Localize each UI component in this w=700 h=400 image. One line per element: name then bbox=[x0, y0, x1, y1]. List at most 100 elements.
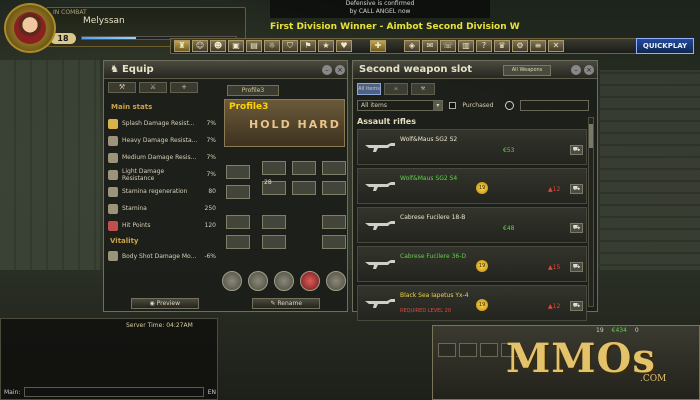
buy-cart-icon[interactable]: ⛟ bbox=[570, 145, 583, 155]
close-icon[interactable]: × bbox=[335, 65, 345, 75]
eye-icon: ◉ bbox=[149, 300, 157, 307]
tab-all-items[interactable]: All items bbox=[357, 83, 381, 95]
grenade-slot-3[interactable] bbox=[274, 271, 294, 291]
heart-icon bbox=[108, 220, 118, 231]
nav-shop-icon[interactable]: ▣ bbox=[228, 40, 244, 52]
preview-button[interactable]: ◉ Preview bbox=[130, 298, 199, 309]
equip-panel-header: ♞ Equip bbox=[104, 61, 347, 79]
hotbar-slot[interactable] bbox=[459, 343, 477, 357]
minimize-icon[interactable]: – bbox=[322, 65, 332, 75]
gear-slot-primary[interactable] bbox=[262, 161, 286, 175]
minimize-icon[interactable]: – bbox=[571, 65, 581, 75]
gear-slot-extra[interactable] bbox=[322, 235, 346, 249]
buy-cart-icon[interactable]: ⛟ bbox=[570, 223, 583, 233]
body-icon bbox=[108, 251, 118, 261]
nav-map-icon[interactable]: ◈ bbox=[404, 40, 420, 52]
nav-menu-icon[interactable]: ≡ bbox=[530, 40, 546, 52]
weapon-row[interactable]: Cabrese Fucilere 36-D 19 ▲15 ⛟ bbox=[357, 246, 587, 282]
nav-stats-icon[interactable]: ▥ bbox=[458, 40, 474, 52]
top-nav-bar: ♜ ☺ ☻ ▣ ▤ ☼ ⛉ ⚑ ★ ♥ ✚ ◈ ✉ ☏ ▥ ? ♛ ⚙ ≡ ✕ bbox=[170, 38, 640, 54]
nav-crosshair-icon[interactable]: ✚ bbox=[370, 40, 386, 52]
credits-amount: €434 bbox=[611, 327, 627, 334]
rename-button[interactable]: ✎ Rename bbox=[252, 298, 321, 309]
nav-clan-icon[interactable]: ⚑ bbox=[300, 40, 316, 52]
gear-slot-attachment[interactable] bbox=[262, 215, 286, 229]
weapon-list-scrollbar[interactable] bbox=[588, 117, 594, 307]
gear-slot-accessory[interactable] bbox=[262, 235, 286, 249]
rifle-icon bbox=[365, 143, 395, 152]
nav-group-icon[interactable]: ☼ bbox=[264, 40, 280, 52]
buy-cart-icon[interactable]: ⛟ bbox=[570, 301, 583, 311]
gear-slot-sidearm[interactable] bbox=[322, 161, 346, 175]
nav-squad-icon[interactable]: ☻ bbox=[210, 40, 226, 52]
tab-primary-rifle-icon[interactable]: ⚒ bbox=[108, 82, 136, 93]
grenade-slot-2[interactable] bbox=[248, 271, 268, 291]
announcement-line-1: Defensive is confirmed bbox=[345, 0, 415, 7]
gear-slot-boots[interactable] bbox=[226, 235, 250, 249]
gear-slot-pants[interactable] bbox=[322, 215, 346, 229]
gear-slot-gloves[interactable] bbox=[226, 215, 250, 229]
weapon-row[interactable]: Wolf&Maus SG2 S4 19 ▲12 ⛟ bbox=[357, 168, 587, 204]
nav-bank-icon[interactable]: ▤ bbox=[246, 40, 262, 52]
weapon-row[interactable]: Wolf&Maus SG2 S2 €53 ⛟ bbox=[357, 129, 587, 165]
banner-text: HOLD HARD bbox=[249, 118, 341, 131]
top-hud: IN COMBAT Melyssan 18 Defensive is confi… bbox=[0, 0, 700, 56]
gear-slot-helmet[interactable] bbox=[226, 165, 250, 179]
buy-cart-icon[interactable]: ⛟ bbox=[570, 262, 583, 272]
nav-soldier-icon[interactable]: ♜ bbox=[174, 40, 190, 52]
avatar bbox=[14, 12, 46, 44]
tab-secondary-rifle-icon[interactable]: ⚔ bbox=[139, 82, 167, 93]
profile-tab[interactable]: Profile3 bbox=[227, 85, 279, 96]
tab-rifle-icon[interactable]: ⚔ bbox=[384, 83, 408, 95]
quickplay-button[interactable]: QUICKPLAY bbox=[636, 38, 694, 54]
equip-title: Equip bbox=[121, 64, 154, 75]
gear-slot-ammo[interactable] bbox=[292, 181, 316, 195]
rank-badge: 19 bbox=[476, 182, 488, 194]
nav-rank-icon[interactable]: ★ bbox=[318, 40, 334, 52]
warning-count: ▲12 bbox=[548, 303, 561, 310]
nav-help-icon[interactable]: ? bbox=[476, 40, 492, 52]
nav-friends-icon[interactable]: ♥ bbox=[336, 40, 352, 52]
tab-more-icon[interactable]: + bbox=[170, 82, 198, 93]
item-filter-select[interactable]: All items ▾ bbox=[357, 99, 444, 111]
grenade-slot-5[interactable] bbox=[326, 271, 346, 291]
vitality-title: Vitality bbox=[110, 237, 139, 245]
slot-count: 28 bbox=[264, 179, 272, 186]
chat-language[interactable]: EN bbox=[208, 389, 216, 396]
purchased-checkbox[interactable] bbox=[449, 101, 457, 109]
main-stats-title: Main stats bbox=[111, 103, 153, 111]
player-name: Melyssan bbox=[83, 16, 125, 26]
announcement-box: Defensive is confirmed by CALL ANGEL now bbox=[270, 0, 490, 18]
weapon-row[interactable]: Cabrese Fucilere 18-B €48 ⛟ bbox=[357, 207, 587, 243]
nav-mail-icon[interactable]: ✉ bbox=[422, 40, 438, 52]
weapon-row[interactable]: Black Sea Iapetus Yx-4 REQUIRED LEVEL 20… bbox=[357, 285, 587, 321]
hotbar-slot[interactable] bbox=[438, 343, 456, 357]
all-weapons-button[interactable]: All Weapons bbox=[503, 65, 551, 76]
close-icon[interactable]: × bbox=[584, 65, 594, 75]
grenade-slot-1[interactable] bbox=[222, 271, 242, 291]
nav-trophy-icon[interactable]: ♛ bbox=[494, 40, 510, 52]
search-input[interactable] bbox=[520, 99, 589, 111]
nav-profile-icon[interactable]: ☺ bbox=[192, 40, 208, 52]
tab-sniper-icon[interactable]: ⚒ bbox=[411, 83, 435, 95]
weapon-slot-panel: Second weapon slot All Weapons – × All i… bbox=[352, 60, 598, 321]
nav-chat-icon[interactable]: ☏ bbox=[440, 40, 456, 52]
nav-shield-icon[interactable]: ⛉ bbox=[282, 40, 298, 52]
medkit-slot[interactable] bbox=[300, 271, 320, 291]
chat-channel-label: Main: bbox=[4, 388, 21, 396]
scrollbar-thumb[interactable] bbox=[589, 124, 593, 148]
nav-exit-icon[interactable]: ✕ bbox=[548, 40, 564, 52]
server-time: Server Time: 04:27AM bbox=[126, 322, 193, 329]
gear-slot-scope[interactable] bbox=[322, 181, 346, 195]
gear-slot-vest[interactable] bbox=[226, 185, 250, 199]
buy-cart-icon[interactable]: ⛟ bbox=[570, 184, 583, 194]
hotbar-slot[interactable] bbox=[480, 343, 498, 357]
rifle-icon bbox=[365, 299, 395, 308]
announcement-line-2: by CALL ANGEL now bbox=[349, 8, 411, 15]
chat-input[interactable] bbox=[24, 387, 204, 397]
player-portrait-frame[interactable] bbox=[4, 3, 56, 53]
nav-settings-icon[interactable]: ⚙ bbox=[512, 40, 528, 52]
gear-slot-secondary[interactable] bbox=[292, 161, 316, 175]
weapon-panel-title: Second weapon slot bbox=[359, 64, 472, 75]
main-stats-list: Main stats Splash Damage Resist... 7% Hea… bbox=[108, 101, 216, 234]
